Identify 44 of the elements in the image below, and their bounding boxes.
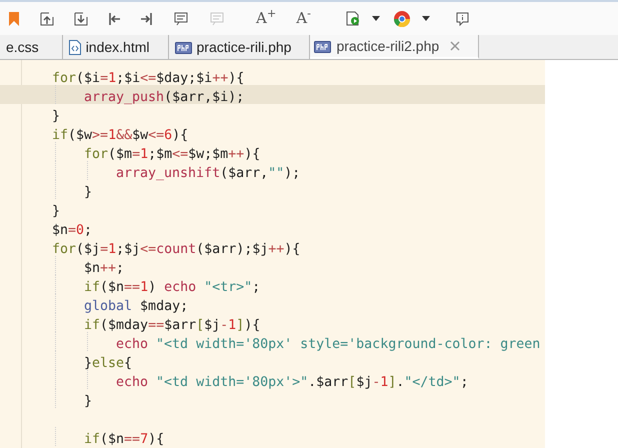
code-line: } [52, 108, 60, 126]
browser-icon[interactable] [394, 10, 410, 26]
file-tab[interactable]: index.html [62, 35, 168, 59]
info-icon[interactable] [456, 12, 469, 26]
code-line: echo "<td width='80px' style='background-color: green [116, 336, 540, 354]
close-icon[interactable] [450, 41, 460, 51]
code-line: if($n==1) echo "<tr>"; [84, 279, 260, 297]
code-line: for($j=1;$j<=count($arr);$j++){ [52, 241, 300, 259]
code-line: $n=0; [52, 222, 92, 240]
code-line: if($n==7){ [84, 431, 164, 448]
tab-label: practice-rili.php [196, 38, 292, 57]
code-line: for($m=1;$m<=$w;$m++){ [84, 146, 260, 164]
font-size-button[interactable]: A$^{-}$ [296, 11, 311, 26]
font-size-button[interactable]: A$^{+}$ [256, 11, 276, 26]
file-tab[interactable]: practice-rili2.php [310, 35, 480, 59]
php-file-icon [314, 39, 332, 53]
tab-label: practice-rili2.php [336, 36, 440, 56]
tab-label: e.css [6, 38, 39, 56]
code-line: } [52, 203, 60, 221]
code-line: for($i=1;$i<=$day;$i++){ [52, 70, 244, 88]
export-icon[interactable] [74, 12, 88, 26]
html-file-icon [68, 40, 81, 54]
code-line: array_push($arr,$i); [84, 89, 244, 107]
code-line: } [84, 184, 92, 202]
code-line: if($w>=1&&$w<=6){ [52, 127, 188, 145]
code-line: array_unshift($arr,""); [116, 165, 300, 183]
code-line: echo "<td width='80px'>".$arr[$j-1]."</td>"; [116, 374, 468, 392]
tab-label: index.html [86, 38, 150, 56]
comment-icon[interactable] [174, 12, 188, 26]
caret-icon[interactable] [422, 16, 430, 21]
file-tab[interactable]: practice-rili.php [168, 35, 310, 59]
caret-icon[interactable] [372, 16, 380, 21]
code-line: } [84, 393, 92, 411]
file-tab[interactable]: e.css [0, 35, 63, 59]
go-last-icon[interactable] [140, 12, 153, 26]
run-icon[interactable] [346, 11, 360, 26]
code-line: $n++; [84, 260, 124, 278]
bookmark-icon[interactable] [9, 12, 19, 26]
code-line: global $mday; [84, 298, 188, 316]
code-line: }else{ [84, 355, 132, 373]
php-file-icon [174, 40, 192, 54]
import-icon[interactable] [40, 12, 54, 26]
code-line: if($mday==$arr[$j-1]){ [84, 317, 260, 335]
go-first-icon[interactable] [108, 12, 121, 26]
